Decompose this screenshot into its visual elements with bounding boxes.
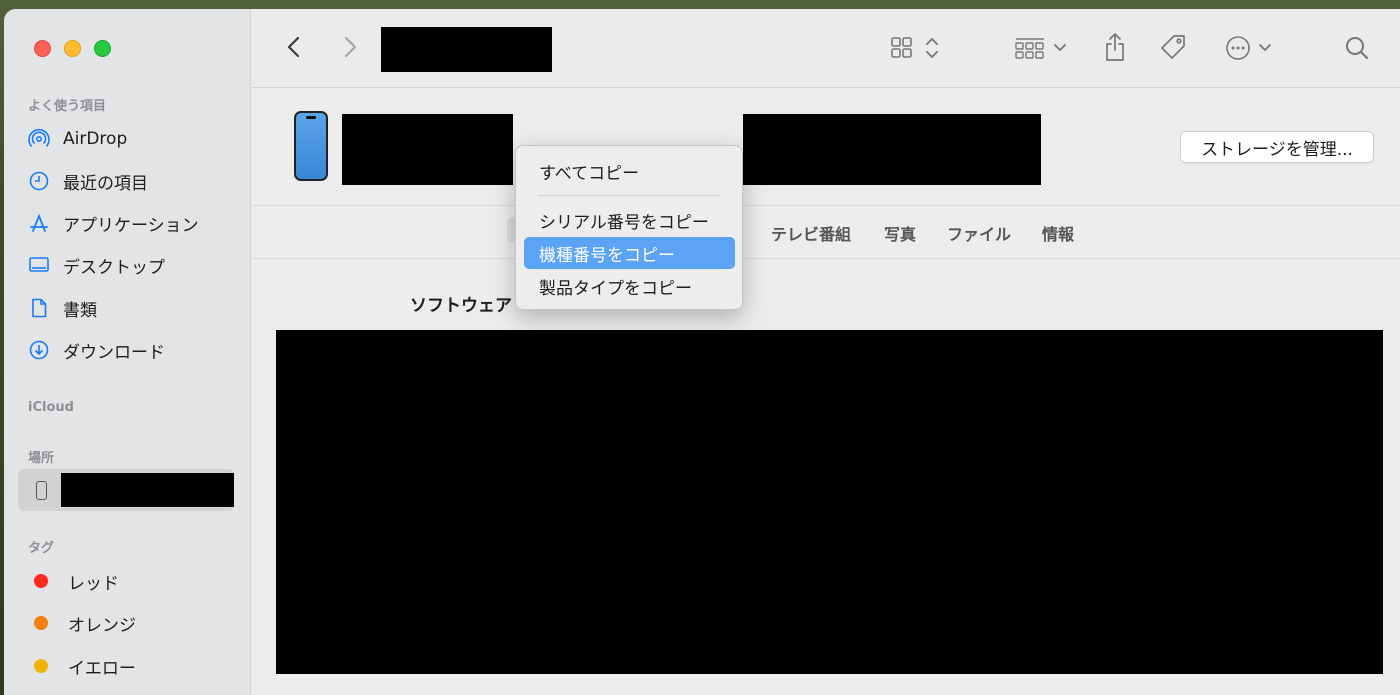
tab-photos[interactable]: 写真 [884,221,916,245]
chevron-right-icon [344,36,357,58]
sidebar-item-label: 書類 [63,300,97,321]
sidebar-item-label: アプリケーション [63,215,199,236]
tab-tv-shows[interactable]: テレビ番組 [771,221,851,245]
tag-button[interactable] [1156,31,1190,65]
iphone-icon [36,480,47,500]
tag-color-dot [34,659,48,673]
minimize-window-button[interactable] [64,40,81,57]
sidebar-item-label: デスクトップ [63,257,165,278]
menu-separator [538,195,721,196]
manage-storage-button[interactable]: ストレージを管理... [1180,131,1374,163]
clock-icon [28,170,50,192]
tab-bar: テレビ番組 写真 ファイル 情報 [252,206,1400,259]
redacted-window-title [381,27,552,72]
group-icon [1015,38,1044,59]
toolbar [252,9,1400,88]
sidebar-item-label: ダウンロード [63,342,165,363]
menu-item-copy-all[interactable]: すべてコピー [524,155,735,187]
sidebar-item-label: イエロー [68,658,136,679]
iphone-icon [294,111,328,181]
search-button[interactable] [1342,33,1372,63]
forward-button[interactable] [336,33,364,61]
tag-color-dot [34,574,48,588]
sidebar-item-label: レッド [68,573,119,594]
chevron-down-icon [1054,44,1066,51]
desktop-icon [28,254,50,276]
download-icon [28,339,50,361]
menu-item-copy-serial[interactable]: シリアル番号をコピー [524,204,735,236]
applications-icon [28,212,50,234]
sidebar-item-applications[interactable]: アプリケーション [28,208,238,238]
redacted-device-name [342,114,513,185]
sidebar-item-label: 最近の項目 [63,173,148,194]
chevron-down-icon [1259,44,1271,51]
chevron-left-icon [287,36,300,58]
menu-item-copy-product-type[interactable]: 製品タイプをコピー [524,270,735,302]
group-by-button[interactable] [1012,33,1072,63]
tag-color-dot [34,616,48,630]
search-icon [1346,37,1368,59]
document-icon [28,297,50,319]
sidebar-item-label: AirDrop [63,129,128,149]
main-pane: ストレージを管理... テレビ番組 写真 ファイル 情報 ソフトウェア [252,9,1400,695]
tab-info[interactable]: 情報 [1042,221,1074,245]
sidebar-item-documents[interactable]: 書類 [28,293,238,323]
redacted-device-name [60,473,234,507]
device-header: ストレージを管理... [252,89,1400,206]
tag-icon [1161,35,1185,59]
sidebar-item-airdrop[interactable]: AirDrop [28,124,238,154]
sidebar-tag-orange[interactable]: オレンジ [28,608,238,638]
share-icon [1106,33,1124,61]
share-button[interactable] [1100,29,1130,65]
zoom-window-button[interactable] [94,40,111,57]
finder-window: よく使う項目 AirDrop 最近の項目 アプリケーション デスクトップ 書類 … [4,9,1400,695]
sidebar-section-favorites: よく使う項目 [28,99,107,114]
tab-files[interactable]: ファイル [947,221,1011,245]
sidebar: よく使う項目 AirDrop 最近の項目 アプリケーション デスクトップ 書類 … [4,9,251,695]
sidebar-section-icloud: iCloud [28,400,74,415]
sidebar-tag-red[interactable]: レッド [28,566,238,596]
sidebar-tag-yellow[interactable]: イエロー [28,651,238,681]
ellipsis-circle-icon [1226,36,1250,60]
redacted-content [276,330,1383,674]
sidebar-item-label: オレンジ [68,615,136,636]
sidebar-item-device[interactable] [18,469,234,511]
menu-item-copy-model[interactable]: 機種番号をコピー [524,237,735,269]
grid-icon [891,37,912,58]
context-menu: すべてコピー シリアル番号をコピー 機種番号をコピー 製品タイプをコピー [515,145,743,310]
redacted-device-info [743,114,1041,185]
sidebar-item-recents[interactable]: 最近の項目 [28,166,238,196]
more-actions-button[interactable] [1222,33,1278,63]
airdrop-icon [28,128,50,150]
sidebar-section-locations: 場所 [28,451,55,466]
sidebar-section-tags: タグ [28,541,55,556]
sidebar-item-desktop[interactable]: デスクトップ [28,250,238,280]
back-button[interactable] [280,33,308,61]
view-mode-button[interactable] [888,33,946,63]
up-down-chevron-icon [926,38,938,58]
close-window-button[interactable] [34,40,51,57]
software-section-title: ソフトウェア [410,296,512,316]
sidebar-item-downloads[interactable]: ダウンロード [28,335,238,365]
